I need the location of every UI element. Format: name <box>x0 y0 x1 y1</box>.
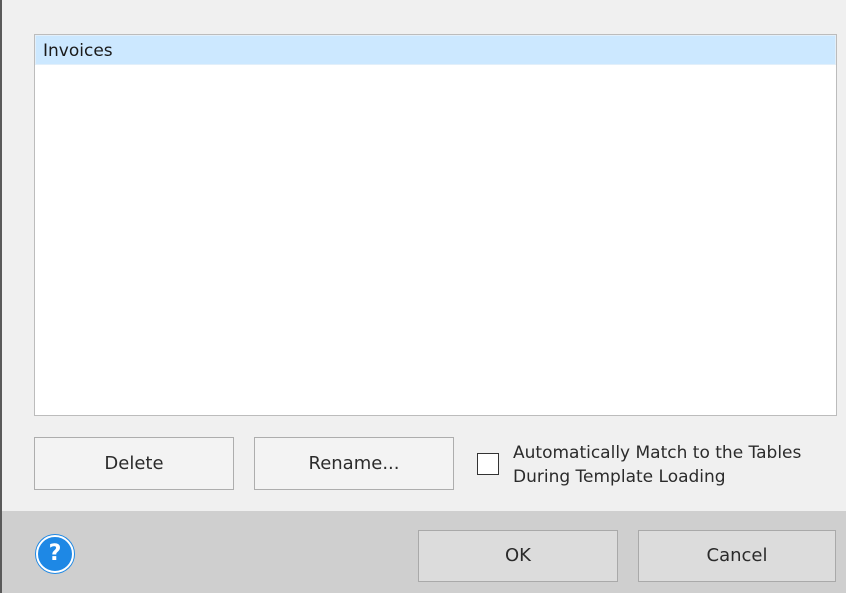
list-item[interactable]: Invoices <box>35 35 836 65</box>
delete-button[interactable]: Delete <box>34 437 234 490</box>
auto-match-checkbox[interactable] <box>477 453 499 475</box>
dialog: Invoices Delete Rename... Automatically … <box>0 0 846 593</box>
auto-match-option[interactable]: Automatically Match to the Tables During… <box>477 441 846 493</box>
template-list[interactable]: Invoices <box>34 34 837 416</box>
dialog-footer: ? OK Cancel <box>2 511 846 593</box>
auto-match-label[interactable]: Automatically Match to the Tables During… <box>513 441 846 489</box>
help-icon[interactable]: ? <box>36 535 74 573</box>
rename-button[interactable]: Rename... <box>254 437 454 490</box>
cancel-button[interactable]: Cancel <box>638 530 836 582</box>
dialog-top-edge <box>2 0 846 12</box>
ok-button[interactable]: OK <box>418 530 618 582</box>
